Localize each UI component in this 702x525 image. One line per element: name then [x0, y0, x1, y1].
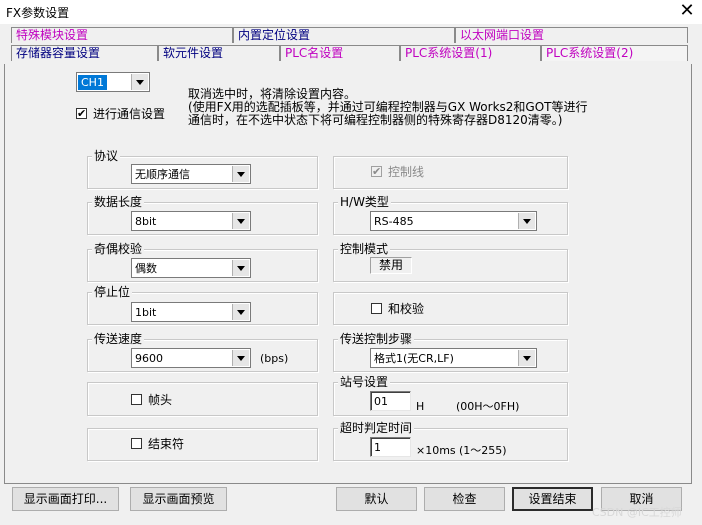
control-line-checkbox: ✔: [371, 166, 382, 177]
header-label: 帧头: [148, 393, 173, 407]
chevron-down-icon: [518, 350, 535, 366]
default-button[interactable]: 默认: [336, 487, 417, 511]
control-line-label: 控制线: [388, 165, 425, 179]
control-mode-value: 禁用: [370, 257, 412, 274]
stop-bit-label: 停止位: [92, 285, 133, 299]
station-unit: H: [416, 400, 425, 413]
notice-line-3: 通信时，在不选中状态下将可编程控制器侧的特殊寄存器D8120清零。): [188, 113, 563, 127]
timeout-input[interactable]: 1: [370, 437, 411, 457]
checksum-checkbox[interactable]: [371, 303, 382, 314]
terminator-group: [87, 428, 318, 461]
timeout-label: 超时判定时间: [338, 421, 415, 435]
hw-type-label: H/W类型: [338, 195, 391, 209]
tab-memory-capacity[interactable]: 存储器容量设置: [11, 45, 158, 61]
header-checkbox[interactable]: [131, 394, 142, 405]
tab-ethernet-port[interactable]: 以太网端口设置: [455, 27, 688, 43]
terminator-label: 结束符: [148, 437, 185, 451]
protocol-value: 无顺序通信: [135, 168, 190, 181]
finish-settings-button[interactable]: 设置结束: [512, 487, 593, 511]
check-icon: ✔: [372, 165, 382, 178]
checksum-group: [333, 292, 568, 325]
tab-plc-name[interactable]: PLC名设置: [280, 45, 400, 61]
station-label: 站号设置: [338, 375, 391, 389]
chevron-down-icon: [232, 304, 249, 320]
transfer-procedure-select[interactable]: 格式1(无CR,LF): [370, 348, 537, 368]
control-mode-label: 控制模式: [338, 242, 391, 256]
tab-builtin-positioning[interactable]: 内置定位设置: [233, 27, 455, 43]
channel-value: CH1: [78, 75, 107, 90]
protocol-select[interactable]: 无顺序通信: [131, 164, 251, 184]
station-input[interactable]: 01: [370, 391, 411, 411]
control-line-group: [333, 156, 568, 189]
transfer-procedure-label: 传送控制步骤: [338, 332, 415, 346]
data-length-label: 数据长度: [92, 195, 145, 209]
preview-screen-button[interactable]: 显示画面预览: [130, 487, 227, 511]
transfer-procedure-value: 格式1(无CR,LF): [374, 352, 454, 365]
notice-line-2: (使用FX用的选配插板等，并通过可编程控制器与GX Works2和GOT等进行: [188, 100, 588, 114]
parity-label: 奇偶校验: [92, 242, 145, 256]
station-value: 01: [374, 395, 388, 408]
check-button[interactable]: 检查: [424, 487, 505, 511]
data-length-value: 8bit: [135, 215, 157, 228]
tab-plc-system-2[interactable]: PLC系统设置(2): [541, 45, 688, 61]
close-icon[interactable]: ✕: [676, 1, 698, 23]
chevron-down-icon: [518, 213, 535, 229]
tab-device-settings[interactable]: 软元件设置: [158, 45, 280, 61]
window-title: FX参数设置: [6, 6, 70, 20]
chevron-down-icon: [232, 350, 249, 366]
title-bar: FX参数设置 ✕: [0, 0, 702, 24]
hw-type-select[interactable]: RS-485: [370, 211, 537, 231]
terminator-checkbox[interactable]: [131, 438, 142, 449]
chevron-down-icon: [131, 74, 148, 90]
chevron-down-icon: [232, 213, 249, 229]
parity-value: 偶数: [135, 262, 157, 275]
station-range: (00H～0FH): [456, 400, 520, 413]
chevron-down-icon: [232, 260, 249, 276]
checksum-label: 和校验: [388, 302, 425, 316]
baud-rate-select[interactable]: 9600: [131, 348, 251, 368]
header-group: [87, 382, 318, 416]
chevron-down-icon: [232, 166, 249, 182]
baud-rate-label: 传送速度: [92, 332, 145, 346]
check-icon: ✔: [77, 107, 87, 120]
timeout-range: (1～255): [459, 444, 507, 457]
timeout-value: 1: [374, 441, 381, 454]
hw-type-value: RS-485: [374, 215, 414, 228]
comm-setting-checkbox[interactable]: ✔: [76, 108, 87, 119]
print-screen-button[interactable]: 显示画面打印...: [12, 487, 119, 511]
protocol-label: 协议: [92, 149, 121, 163]
channel-select[interactable]: CH1: [76, 72, 150, 92]
baud-rate-value: 9600: [135, 352, 163, 365]
notice-line-1: 取消选中时，将清除设置内容。: [188, 87, 357, 101]
stop-bit-select[interactable]: 1bit: [131, 302, 251, 322]
parity-select[interactable]: 偶数: [131, 258, 251, 278]
tab-special-module[interactable]: 特殊模块设置: [11, 27, 233, 43]
baud-rate-unit: (bps): [260, 352, 289, 365]
timeout-unit: ×10ms: [416, 444, 456, 457]
watermark: CSDN @IC工控师: [592, 506, 682, 519]
tab-plc-system-1[interactable]: PLC系统设置(1): [400, 45, 541, 61]
data-length-select[interactable]: 8bit: [131, 211, 251, 231]
comm-setting-label: 进行通信设置: [93, 107, 166, 121]
stop-bit-value: 1bit: [135, 306, 157, 319]
